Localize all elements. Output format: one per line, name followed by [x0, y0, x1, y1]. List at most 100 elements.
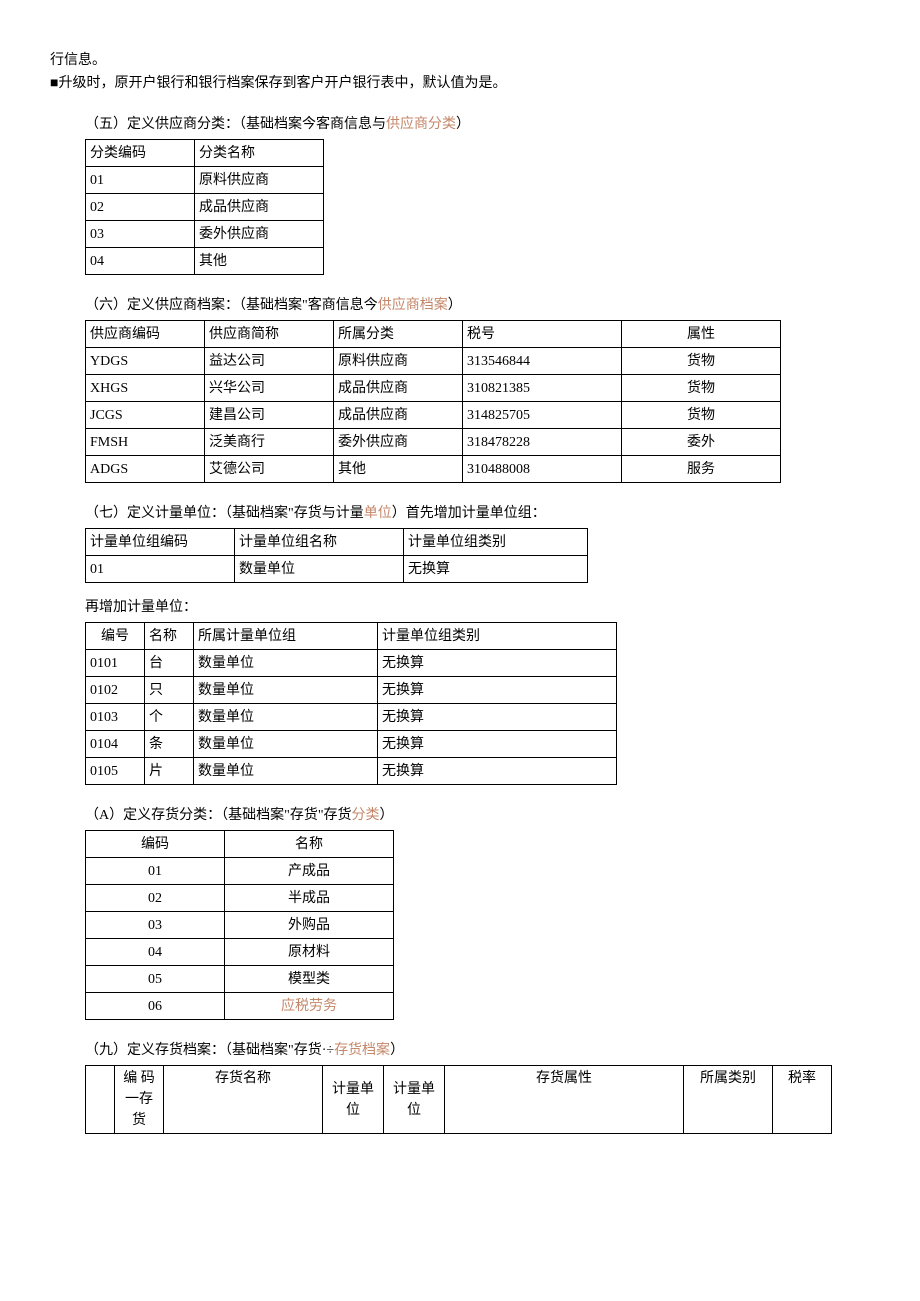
- section-7-title-prefix: （七）定义计量单位：（基础档案"存货与计量: [85, 506, 364, 521]
- cell: 只: [145, 677, 194, 704]
- col-header: [86, 1066, 115, 1134]
- cell: 成品供应商: [195, 194, 324, 221]
- inventory-archive-table: 编 码一存货 存货名称 计量单位 计量单位 存货属性 所属类别 税率: [85, 1065, 832, 1134]
- table-row: 编码 名称: [86, 831, 394, 858]
- section-6-title-prefix: （六）定义供应商档案：（基础档案"客商信息今: [85, 298, 378, 313]
- cell: 原料供应商: [195, 167, 324, 194]
- cell: 艾德公司: [205, 456, 334, 483]
- col-header: 编号: [86, 623, 145, 650]
- cell: 01: [86, 858, 225, 885]
- section-7-title: （七）定义计量单位：（基础档案"存货与计量单位）首先增加计量单位组：: [85, 503, 870, 524]
- table-row: 01产成品: [86, 858, 394, 885]
- section-6-title-suffix: ）: [448, 298, 462, 313]
- col-header: 名称: [225, 831, 394, 858]
- cell: YDGS: [86, 348, 205, 375]
- cell: 06: [86, 993, 225, 1020]
- cell: 无换算: [378, 677, 617, 704]
- cell: 条: [145, 731, 194, 758]
- cell: 数量单位: [235, 556, 404, 583]
- table-row: 供应商编码 供应商简称 所属分类 税号 属性: [86, 321, 781, 348]
- cell: 0103: [86, 704, 145, 731]
- table-row: 计量单位组编码 计量单位组名称 计量单位组类别: [86, 529, 588, 556]
- table-row: 04原材料: [86, 939, 394, 966]
- table-row: JCGS建昌公司成品供应商314825705货物: [86, 402, 781, 429]
- col-header: 存货名称: [164, 1066, 323, 1134]
- table-row: 编 码一存货 存货名称 计量单位 计量单位 存货属性 所属类别 税率: [86, 1066, 832, 1134]
- col-header: 供应商编码: [86, 321, 205, 348]
- cell: 数量单位: [194, 758, 378, 785]
- cell: 成品供应商: [334, 402, 463, 429]
- inventory-category-table: 编码 名称 01产成品 02半成品 03外购品 04原材料 05模型类 06应税…: [85, 830, 394, 1020]
- cell: 片: [145, 758, 194, 785]
- unit-table: 编号 名称 所属计量单位组 计量单位组类别 0101台数量单位无换算 0102只…: [85, 622, 617, 785]
- cell: 310488008: [463, 456, 622, 483]
- table-row: 02成品供应商: [86, 194, 324, 221]
- col-header: 计量单位组类别: [378, 623, 617, 650]
- cell: 原料供应商: [334, 348, 463, 375]
- col-header: 名称: [145, 623, 194, 650]
- col-header: 计量单位组编码: [86, 529, 235, 556]
- col-header: 编 码一存货: [115, 1066, 164, 1134]
- supplier-category-table: 分类编码 分类名称 01原料供应商 02成品供应商 03委外供应商 04其他: [85, 139, 324, 275]
- table-row: 0103个数量单位无换算: [86, 704, 617, 731]
- col-header: 所属类别: [684, 1066, 773, 1134]
- cell: 台: [145, 650, 194, 677]
- cell: 无换算: [378, 758, 617, 785]
- table-row: 0105片数量单位无换算: [86, 758, 617, 785]
- cell: 委外供应商: [334, 429, 463, 456]
- table-row: 01数量单位无换算: [86, 556, 588, 583]
- section-7-title-suffix: ）首先增加计量单位组：: [392, 506, 546, 521]
- cell: 成品供应商: [334, 375, 463, 402]
- table-row: 分类编码 分类名称: [86, 140, 324, 167]
- cell: 314825705: [463, 402, 622, 429]
- cell: 数量单位: [194, 704, 378, 731]
- paragraph-line-1: 行信息。: [50, 50, 870, 71]
- cell: FMSH: [86, 429, 205, 456]
- supplier-archive-table: 供应商编码 供应商简称 所属分类 税号 属性 YDGS益达公司原料供应商3135…: [85, 320, 781, 483]
- col-header: 编码: [86, 831, 225, 858]
- col-header: 供应商简称: [205, 321, 334, 348]
- section-6-title-hl: 供应商档案: [378, 298, 448, 313]
- cell: 无换算: [404, 556, 588, 583]
- col-header: 所属分类: [334, 321, 463, 348]
- cell: 建昌公司: [205, 402, 334, 429]
- cell: 04: [86, 248, 195, 275]
- col-header: 计量单位: [384, 1066, 445, 1134]
- cell: 其他: [334, 456, 463, 483]
- cell: ADGS: [86, 456, 205, 483]
- section-a-title-hl: 分类: [352, 808, 380, 823]
- cell: 0105: [86, 758, 145, 785]
- cell: 服务: [622, 456, 781, 483]
- col-header: 计量单位组类别: [404, 529, 588, 556]
- cell: 01: [86, 167, 195, 194]
- cell: 委外供应商: [195, 221, 324, 248]
- cell: 委外: [622, 429, 781, 456]
- section-5-title: （五）定义供应商分类：（基础档案今客商信息与供应商分类）: [85, 114, 870, 135]
- table-row: YDGS益达公司原料供应商313546844货物: [86, 348, 781, 375]
- table-row: FMSH泛美商行委外供应商318478228委外: [86, 429, 781, 456]
- col-header: 计量单位: [323, 1066, 384, 1134]
- section-a-title: （A）定义存货分类：（基础档案"存货"存货分类）: [85, 805, 870, 826]
- table-row: 06应税劳务: [86, 993, 394, 1020]
- cell: 个: [145, 704, 194, 731]
- table-row: 0104条数量单位无换算: [86, 731, 617, 758]
- cell: 外购品: [225, 912, 394, 939]
- cell: 318478228: [463, 429, 622, 456]
- section-5-title-suffix: ）: [456, 117, 470, 132]
- table-row: 02半成品: [86, 885, 394, 912]
- cell: 04: [86, 939, 225, 966]
- cell: 原材料: [225, 939, 394, 966]
- cell: 03: [86, 221, 195, 248]
- table-row: 编号 名称 所属计量单位组 计量单位组类别: [86, 623, 617, 650]
- col-header: 计量单位组名称: [235, 529, 404, 556]
- cell: 02: [86, 194, 195, 221]
- section-9-title-prefix: （九）定义存货档案：（基础档案"存货·÷: [85, 1043, 334, 1058]
- cell: 产成品: [225, 858, 394, 885]
- cell: 应税劳务: [225, 993, 394, 1020]
- paragraph-line-2: ■升级时，原开户银行和银行档案保存到客户开户银行表中，默认值为是。: [50, 73, 870, 94]
- table-row: 05模型类: [86, 966, 394, 993]
- cell: XHGS: [86, 375, 205, 402]
- section-7-title-hl: 单位: [364, 506, 392, 521]
- cell: 其他: [195, 248, 324, 275]
- cell: 半成品: [225, 885, 394, 912]
